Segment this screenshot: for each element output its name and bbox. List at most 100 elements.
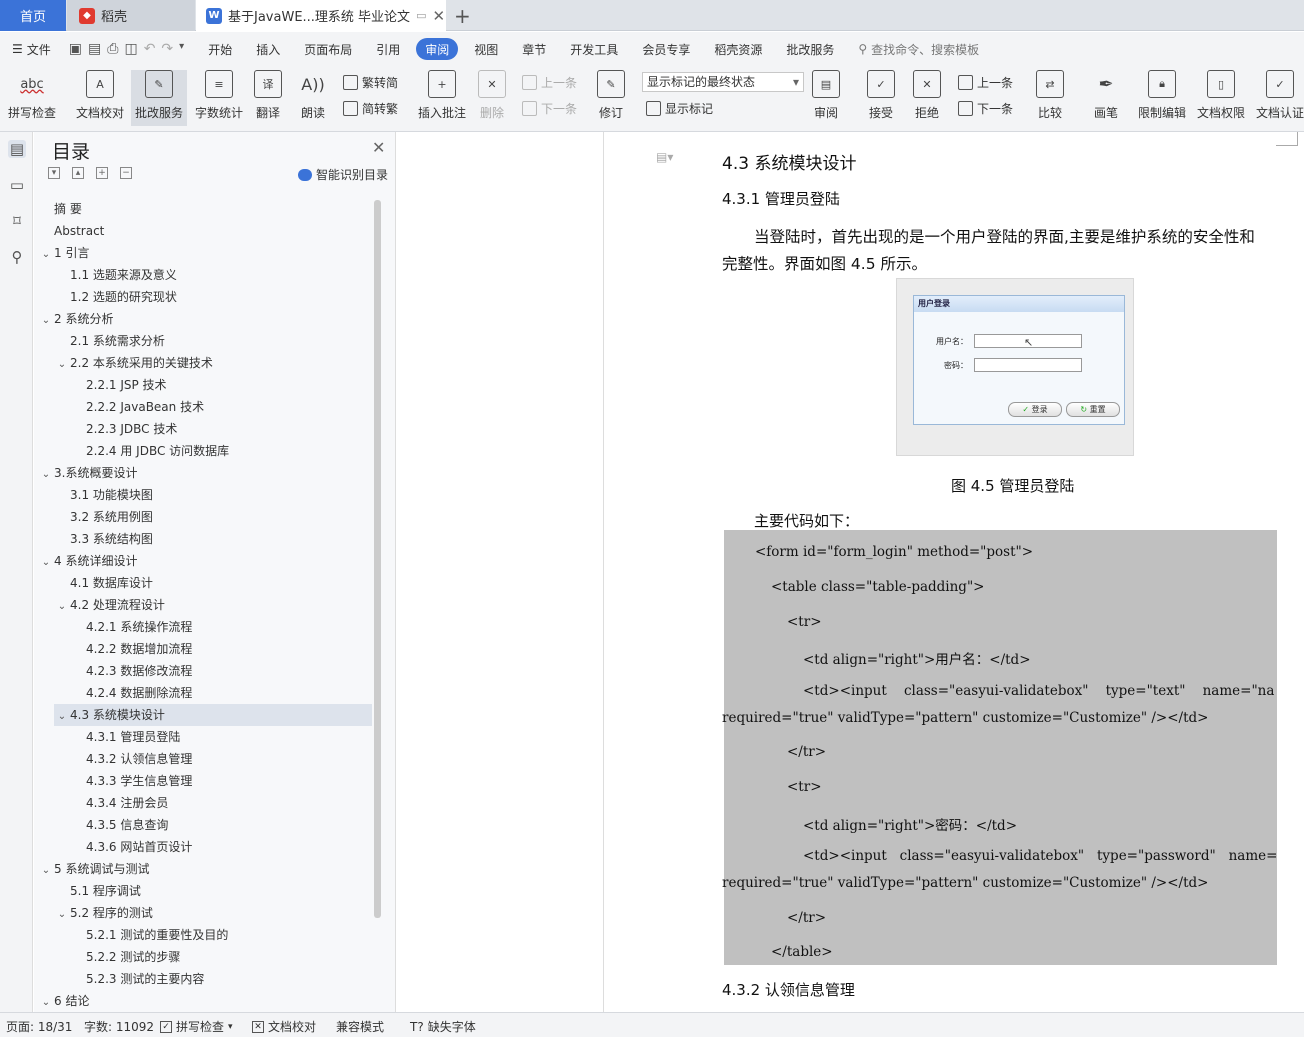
menu-start[interactable]: 开始 [196,38,244,60]
chevron-down-icon[interactable]: ⌄ [38,244,54,266]
toc-item[interactable]: ⌄ 4.2 处理流程设计 [54,594,165,616]
toc-item[interactable]: ⌄ 2 系统分析 [38,308,114,332]
toc-item[interactable]: 4.2.1 系统操作流程 [70,616,192,638]
menu-review[interactable]: 审阅 [416,38,459,60]
toc-item[interactable]: ⌄ 4.3 系统模块设计 [54,704,372,726]
toc-item[interactable]: 4.2.4 数据删除流程 [70,682,192,704]
toc-item[interactable]: Abstract [38,220,104,242]
translate-button[interactable]: 译翻译 [254,70,282,121]
track-changes-button[interactable]: ✎ 修订 [597,70,625,121]
toc-item[interactable]: ⌄ 5 系统调试与测试 [38,858,150,882]
toc-panel-icon[interactable]: ▤ [8,140,26,158]
toc-item[interactable]: ⌄ 4 系统详细设计 [38,550,138,574]
menu-insert[interactable]: 插入 [244,38,292,60]
new-tab-icon[interactable]: + [454,4,471,28]
toc-item[interactable]: 5.2.3 测试的主要内容 [70,968,204,990]
close-icon[interactable]: ✕ [372,138,385,157]
menu-devtools[interactable]: 开发工具 [558,38,630,60]
toc-item[interactable]: 2.2.1 JSP 技术 [70,374,167,396]
print-preview-icon[interactable]: ◫ [124,41,137,57]
toc-item[interactable]: 4.3.5 信息查询 [70,814,168,836]
status-spell-check[interactable]: ✓ 拼写检查 ▾ [160,1018,233,1035]
toc-item[interactable]: ⌄ 6 结论 [38,990,90,1012]
trad-to-simp-button[interactable]: 繁转简 [343,74,398,91]
menu-chapter[interactable]: 章节 [510,38,558,60]
command-search[interactable]: ⚲ 查找命令、搜索模板 [846,41,979,58]
chevron-down-icon[interactable]: ⌄ [54,354,70,376]
collapse-all-icon[interactable]: ▾ [48,167,60,179]
toc-item[interactable]: 4.3.1 管理员登陆 [70,726,180,748]
accept-button[interactable]: ✓ 接受 [867,70,895,121]
page-doc-icon[interactable]: ▤▾ [656,150,673,164]
menu-layout[interactable]: 页面布局 [292,38,364,60]
toc-item[interactable]: 4.2.3 数据修改流程 [70,660,192,682]
prev-comment-button[interactable]: 上一条 [522,74,577,91]
redo-icon[interactable]: ↷ [161,41,173,57]
prev-change-button[interactable]: 上一条 [958,74,1013,91]
word-count-indicator[interactable]: 字数: 11092 [84,1018,154,1035]
toc-scrollbar[interactable] [374,200,381,918]
toc-item[interactable]: 3.1 功能模块图 [54,484,153,506]
navigation-icon[interactable]: ▭ [8,176,26,194]
chevron-down-icon[interactable]: ⌄ [54,706,70,728]
toc-item[interactable]: 5.2.2 测试的步骤 [70,946,180,968]
toc-item[interactable]: 4.1 数据库设计 [54,572,153,594]
toc-item[interactable]: 4.2.2 数据增加流程 [70,638,192,660]
toc-item[interactable]: 4.3.3 学生信息管理 [70,770,192,792]
compare-button[interactable]: ⇄ 比较 [1036,70,1064,121]
restrict-editing-button[interactable]: 🔒︎ 限制编辑 [1138,70,1186,121]
insert-comment-button[interactable]: + 插入批注 [418,70,466,121]
toc-item[interactable]: ⌄ 3.系统概要设计 [38,462,138,486]
menu-member[interactable]: 会员专享 [630,38,702,60]
file-menu[interactable]: ☰ 文件 [0,38,63,60]
menu-view[interactable]: 视图 [462,38,510,60]
markup-state-select[interactable]: 显示标记的最终状态 [642,72,804,92]
undo-icon[interactable]: ↶ [144,41,156,57]
chevron-down-icon[interactable]: ▾ [179,41,184,57]
toc-item[interactable]: 5.2.1 测试的重要性及目的 [70,924,228,946]
word-count-button[interactable]: ≡ 字数统计 [195,70,243,121]
menu-reference[interactable]: 引用 [364,38,412,60]
delete-comment-button[interactable]: ✕ 删除 [478,70,506,121]
status-proofread[interactable]: ✕ 文档校对 [252,1018,316,1035]
pin-icon[interactable]: ▭ [416,9,426,22]
tab-daoke[interactable]: ◆ 稻壳 [67,0,195,31]
toc-item[interactable]: 1.1 选题来源及意义 [54,264,177,286]
document-certify-button[interactable]: ✓ 文档认证 [1256,70,1304,121]
toc-item[interactable]: 3.3 系统结构图 [54,528,153,550]
chevron-down-icon[interactable]: ⌄ [54,596,70,618]
toc-item[interactable]: 摘 要 [38,198,82,220]
tab-home[interactable]: 首页 [0,0,66,31]
show-markup-button[interactable]: 显示标记 [646,100,713,117]
toc-item[interactable]: 4.3.4 注册会员 [70,792,168,814]
toc-item[interactable]: 5.1 程序调试 [54,880,141,902]
missing-font-indicator[interactable]: T? 缺失字体 [410,1018,476,1035]
toc-item[interactable]: 4.3.2 认领信息管理 [70,748,192,770]
chevron-down-icon[interactable]: ⌄ [38,310,54,332]
export-pdf-icon[interactable]: ▤ [88,41,101,57]
tab-document[interactable]: W 基于JavaWE...理系统 毕业论文 ▭ ✕ [196,0,446,31]
proofread-button[interactable]: A 文档校对 [76,70,124,121]
expand-up-icon[interactable]: ▴ [72,167,84,179]
chevron-down-icon[interactable]: ⌄ [38,552,54,574]
toc-item[interactable]: ⌄ 1 引言 [38,242,90,266]
toc-item[interactable]: 4.3.6 网站首页设计 [70,836,192,858]
menu-daoke-resources[interactable]: 稻壳资源 [702,38,774,60]
toc-item[interactable]: ⌄ 2.2 本系统采用的关键技术 [54,352,213,374]
toc-item[interactable]: ⌄ 5.2 程序的测试 [54,902,153,924]
chevron-down-icon[interactable]: ⌄ [54,904,70,926]
pen-button[interactable]: ✒ 画笔 [1092,70,1120,121]
toc-item[interactable]: 2.2.3 JDBC 技术 [70,418,177,440]
chevron-down-icon[interactable]: ⌄ [38,464,54,486]
document-page[interactable]: ▤▾ 4.3 系统模块设计 4.3.1 管理员登陆 当登陆时，首先出现的是一个用… [603,132,1304,1012]
close-tab-icon[interactable]: ✕ [432,7,445,25]
grading-button[interactable]: ✎ 批改服务 [131,70,188,126]
smart-toc-button[interactable]: 智能识别目录 [298,166,388,183]
remove-level-icon[interactable]: − [120,167,132,179]
toc-item[interactable]: 1.2 选题的研究现状 [54,286,177,308]
toc-item[interactable]: 2.2.2 JavaBean 技术 [70,396,204,418]
save-icon[interactable]: ▣ [69,41,82,57]
reject-button[interactable]: ✕ 拒绝 [913,70,941,121]
chevron-down-icon[interactable]: ⌄ [38,860,54,882]
menu-grading[interactable]: 批改服务 [774,38,846,60]
